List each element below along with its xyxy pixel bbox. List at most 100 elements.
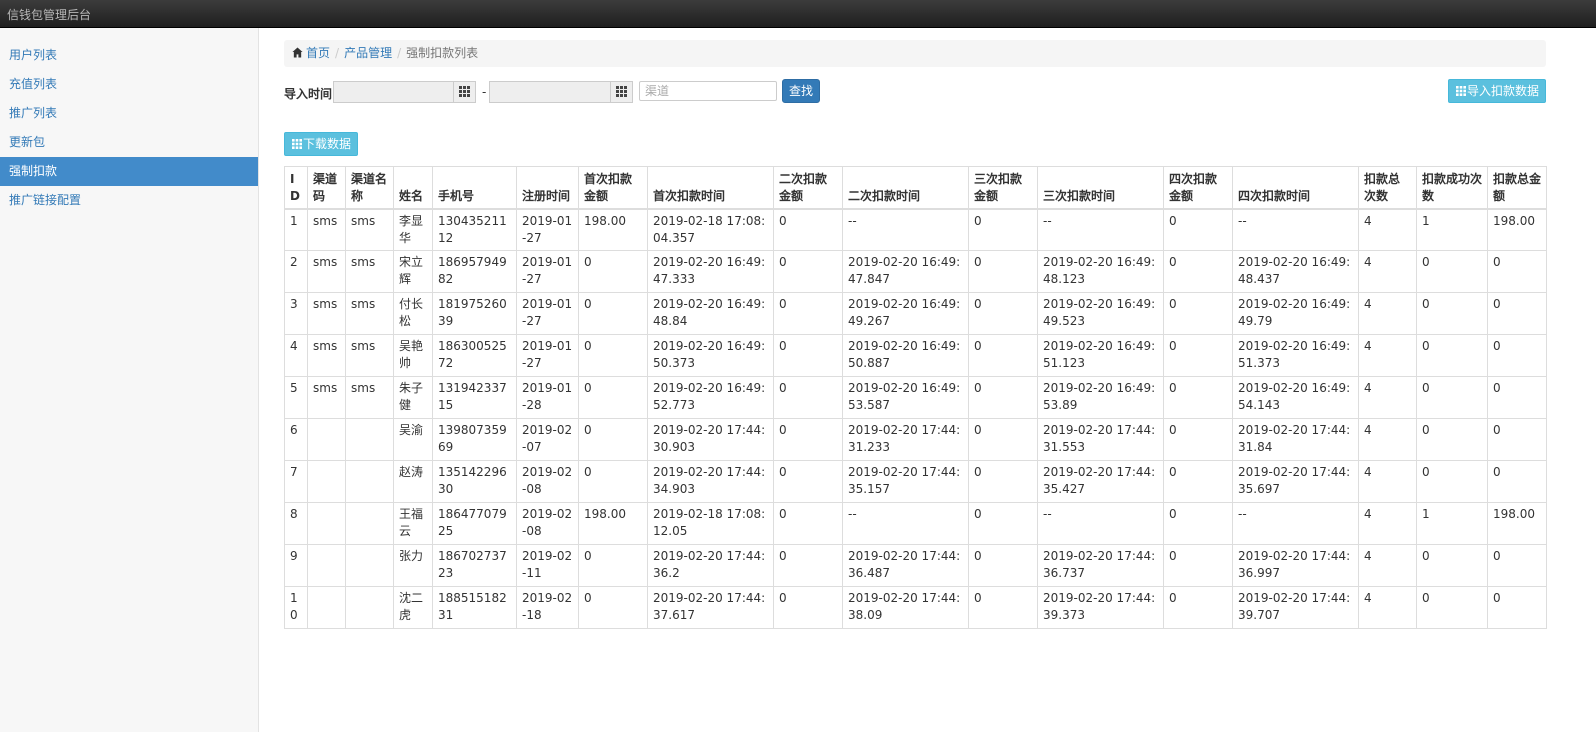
start-date-picker-button[interactable] — [453, 82, 475, 102]
sidebar-item-update-package[interactable]: 更新包 — [0, 128, 258, 157]
download-data-button[interactable]: 下载数据 — [284, 132, 359, 156]
table-cell: sms — [307, 208, 346, 251]
table-cell: 4 — [1358, 334, 1417, 377]
table-cell: 2019-02-20 16:49:50.373 — [647, 334, 774, 377]
table-cell: 0 — [1163, 376, 1233, 419]
column-header: 注册时间 — [516, 166, 579, 210]
table-cell: 2019-02-20 17:44:35.157 — [842, 460, 969, 503]
table-cell: 18695794982 — [432, 250, 517, 293]
table-cell: 2019-02-20 17:44:36.737 — [1037, 544, 1164, 587]
th-icon — [1455, 86, 1466, 96]
table-cell: 2019-02-18 — [516, 586, 579, 629]
table-cell: 198.00 — [1487, 502, 1547, 545]
table-cell: 4 — [1358, 208, 1417, 251]
table-row: 7 赵涛 13514229630 2019-02-08 0 2019-02-20 17:4… — [284, 460, 1547, 503]
breadcrumb-separator: / — [397, 46, 402, 60]
table-cell: 0 — [1416, 544, 1488, 587]
sidebar-item-recharge[interactable]: 充值列表 — [0, 70, 258, 99]
table-row: 10 沈二虎 18851518231 2019-02-18 0 2019-02-20 17… — [284, 586, 1547, 629]
top-navbar: 信钱包管理后台 — [0, 0, 1596, 28]
table-cell: 0 — [578, 460, 648, 503]
table-cell: 2019-02-20 16:49:47.333 — [647, 250, 774, 293]
app-title[interactable]: 信钱包管理后台 — [7, 6, 91, 23]
table-cell: 2019-02-20 17:44:31.553 — [1037, 418, 1164, 461]
sidebar: 用户列表 充值列表 推广列表 更新包 强制扣款 推广链接配置 — [0, 28, 259, 732]
column-header: ID — [284, 166, 308, 210]
table-cell: 198.00 — [578, 208, 648, 251]
table-cell: 0 — [773, 418, 843, 461]
column-header: 四次扣款时间 — [1232, 166, 1359, 210]
table-cell: 0 — [1163, 292, 1233, 335]
sidebar-item-forced-deduction[interactable]: 强制扣款 — [0, 157, 258, 186]
table-cell: 2019-02-20 17:44:31.233 — [842, 418, 969, 461]
table-cell: 2019-02-20 16:49:52.773 — [647, 376, 774, 419]
table-cell: 2019-02-20 17:44:36.2 — [647, 544, 774, 587]
table-cell: 4 — [1358, 544, 1417, 587]
table-cell: 付长松 — [393, 292, 433, 335]
table-row: 6 吴渝 13980735969 2019-02-07 0 2019-02-20 17:4… — [284, 418, 1547, 461]
column-header: 首次扣款金额 — [578, 166, 648, 210]
breadcrumb: 首页 / 产品管理 / 强制扣款列表 — [284, 40, 1546, 67]
table-cell: 5 — [284, 376, 308, 419]
table-cell: 4 — [1358, 502, 1417, 545]
table-cell: 2019-02-20 16:49:53.89 — [1037, 376, 1164, 419]
search-button[interactable]: 查找 — [782, 79, 820, 103]
table-cell: 2019-02-20 16:49:48.437 — [1232, 250, 1359, 293]
table-cell: 0 — [578, 586, 648, 629]
table-cell: 0 — [1487, 586, 1547, 629]
table-cell: 0 — [578, 334, 648, 377]
table-cell: 2019-02-20 16:49:54.143 — [1232, 376, 1359, 419]
breadcrumb-home-link[interactable]: 首页 — [306, 46, 330, 60]
column-header: 渠道码 — [307, 166, 346, 210]
table-cell: 0 — [1163, 334, 1233, 377]
import-deduction-data-button[interactable]: 导入扣款数据 — [1447, 79, 1546, 103]
table-header-row: ID 渠道码 渠道名称 姓名 手机号 注册时间 首次扣款金额 首次扣款时间 二次扣款金额 二次扣款… — [284, 166, 1547, 210]
table-cell: -- — [1037, 502, 1164, 545]
table-cell: 2019-02-20 17:44:35.697 — [1232, 460, 1359, 503]
table-cell: 0 — [578, 544, 648, 587]
end-date-picker-button[interactable] — [610, 82, 632, 102]
column-header: 四次扣款金额 — [1163, 166, 1233, 210]
table-cell: 2019-02-20 17:44:36.487 — [842, 544, 969, 587]
table-cell: 0 — [773, 208, 843, 251]
table-cell: 4 — [1358, 586, 1417, 629]
table-cell: 1 — [1416, 208, 1488, 251]
start-date-input[interactable] — [334, 82, 454, 102]
table-cell: 2019-02-20 17:44:39.707 — [1232, 586, 1359, 629]
table-cell: 0 — [773, 460, 843, 503]
table-cell: 13043521112 — [432, 208, 517, 251]
column-header: 三次扣款时间 — [1037, 166, 1164, 210]
table-cell: 2019-02-20 17:44:38.09 — [842, 586, 969, 629]
table-cell: -- — [1232, 502, 1359, 545]
table-cell: 2019-01-27 — [516, 334, 579, 377]
sidebar-item-promotion[interactable]: 推广列表 — [0, 99, 258, 128]
table-cell: 2019-02-18 17:08:12.05 — [647, 502, 774, 545]
table-cell: 13980735969 — [432, 418, 517, 461]
sidebar-item-promo-link-config[interactable]: 推广链接配置 — [0, 186, 258, 215]
table-cell: 2019-02-11 — [516, 544, 579, 587]
table-cell: 0 — [773, 502, 843, 545]
table-cell: 2019-02-20 16:49:49.523 — [1037, 292, 1164, 335]
column-header: 扣款成功次数 — [1416, 166, 1488, 210]
sidebar-item-users[interactable]: 用户列表 — [0, 41, 258, 70]
table-cell: 张力 — [393, 544, 433, 587]
table-cell: 0 — [968, 376, 1038, 419]
column-header: 二次扣款金额 — [773, 166, 843, 210]
table-cell: 朱子健 — [393, 376, 433, 419]
table-cell: 0 — [968, 544, 1038, 587]
table-cell: 4 — [1358, 292, 1417, 335]
table-cell: 吴渝 — [393, 418, 433, 461]
table-cell: 1 — [1416, 502, 1488, 545]
end-date-input[interactable] — [490, 82, 610, 102]
column-header: 首次扣款时间 — [647, 166, 774, 210]
table-cell: sms — [307, 334, 346, 377]
breadcrumb-product-management-link[interactable]: 产品管理 — [344, 46, 392, 60]
table-cell: 0 — [1487, 418, 1547, 461]
table-cell — [307, 586, 346, 629]
breadcrumb-separator: / — [335, 46, 340, 60]
channel-input[interactable] — [639, 81, 777, 101]
table-cell: -- — [842, 502, 969, 545]
table-cell: sms — [345, 250, 394, 293]
table-cell: 18197526039 — [432, 292, 517, 335]
column-header: 手机号 — [432, 166, 517, 210]
